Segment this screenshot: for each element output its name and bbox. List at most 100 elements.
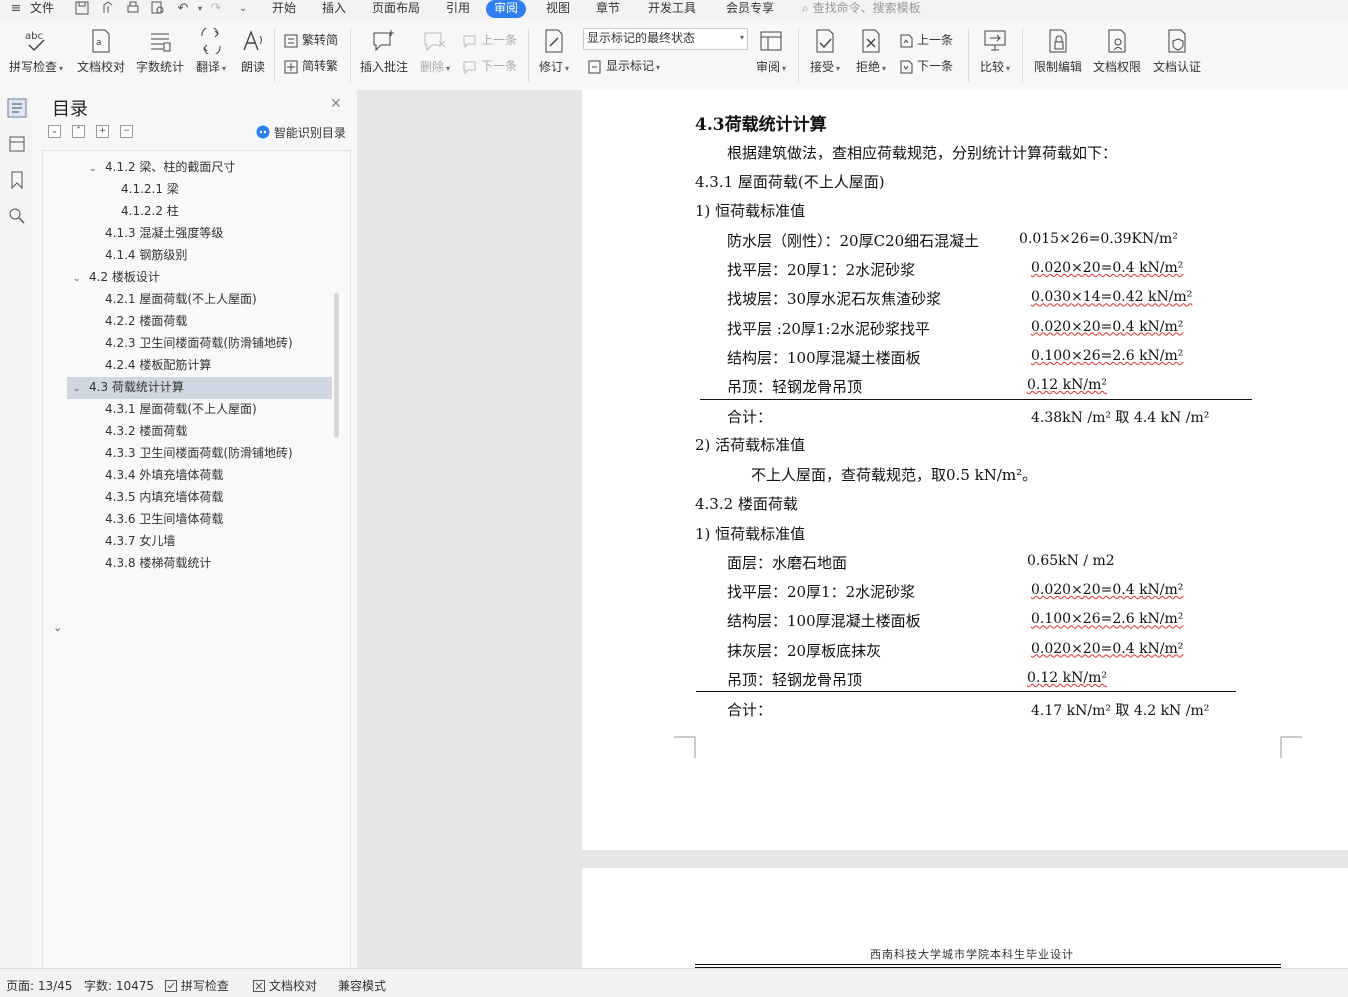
toc-item-label: 4.1.3 混凝土强度等级: [105, 226, 224, 240]
toc-item[interactable]: 4.2.3 卫生间楼面荷载(防滑铺地砖): [105, 333, 293, 353]
chevron-down-icon[interactable]: ⌄: [89, 159, 101, 179]
restrict-edit-icon: [1049, 29, 1067, 53]
toc-item[interactable]: 4.2.1 屋面荷载(不上人屋面): [105, 289, 257, 309]
toc-item[interactable]: ⌄ 4.2 楼板设计: [73, 267, 160, 287]
toc-item[interactable]: 4.3.7 女儿墙: [105, 531, 175, 551]
command-search[interactable]: ⌕ 查找命令、搜索模板: [802, 0, 921, 18]
command-search-placeholder: 查找命令、搜索模板: [812, 1, 921, 15]
find-icon[interactable]: [7, 206, 27, 226]
ribbon-review: abc 拼写检查 ▾ a 文档校对 字数统计 翻译 ▾ 朗读 繁转简 简转繁 插入批…: [0, 20, 1348, 91]
tab-page-layout[interactable]: 页面布局: [372, 0, 420, 18]
simp-to-trad-button[interactable]: 简转繁: [283, 56, 338, 76]
menu-file[interactable]: 文件: [30, 0, 54, 18]
toc-item[interactable]: 4.1.2.2 柱: [121, 201, 179, 221]
chevron-down-icon[interactable]: ⌄: [73, 379, 85, 399]
toc-item[interactable]: 4.3.3 卫生间楼面荷载(防滑铺地砖): [105, 443, 293, 463]
prev-comment-button[interactable]: 上一条: [462, 30, 517, 50]
trad-to-simp-button[interactable]: 繁转简: [283, 30, 338, 50]
chevron-down-icon[interactable]: ⌄: [53, 621, 62, 634]
chapter-nav-icon[interactable]: [7, 134, 27, 154]
accept-button[interactable]: 接受 ▾: [806, 28, 844, 75]
toc-item[interactable]: ⌄ 4.3 荷载统计计算: [73, 377, 184, 397]
customize-quick-access-icon[interactable]: ⌄: [235, 1, 251, 17]
next-comment-button[interactable]: 下一条: [462, 56, 517, 76]
compare-label: 比较: [979, 60, 1004, 74]
restrict-edit-button[interactable]: 限制编辑: [1030, 28, 1086, 75]
prev-change-button[interactable]: 上一条: [898, 30, 953, 50]
tab-insert[interactable]: 插入: [322, 0, 346, 18]
toc-item[interactable]: 4.2.2 楼面荷载: [105, 311, 187, 331]
toc-item[interactable]: 4.3.4 外填充墙体荷载: [105, 465, 223, 485]
tab-member[interactable]: 会员专享: [726, 0, 774, 18]
translate-button[interactable]: 翻译 ▾: [192, 28, 230, 75]
tab-chapter[interactable]: 章节: [596, 0, 620, 18]
reject-button[interactable]: 拒绝 ▾: [852, 28, 890, 75]
toc-item-label: 4.3.6 卫生间墙体荷载: [105, 512, 224, 526]
document-page[interactable]: 4.3荷载统计计算 根据建筑做法，查相应荷载规范，分别统计计算荷载如下： 4.3…: [582, 90, 1348, 850]
toc-item[interactable]: 4.3.8 楼梯荷载统计: [105, 553, 211, 573]
document-page-next[interactable]: 西南科技大学城市学院本科生毕业设计: [582, 868, 1348, 968]
toc-panel-icon[interactable]: [7, 98, 27, 118]
expand-up-icon[interactable]: ⌃: [72, 125, 85, 138]
live-load-text: 不上人屋面，查荷载规范，取0.5 kN/m²。: [751, 466, 1038, 484]
hamburger-icon[interactable]: ≡: [8, 1, 24, 17]
tab-developer[interactable]: 开发工具: [648, 0, 696, 18]
add-heading-icon[interactable]: +: [96, 125, 109, 138]
save-icon[interactable]: [74, 1, 90, 17]
status-spell-check[interactable]: 拼写检查: [165, 977, 229, 994]
delete-comment-button[interactable]: 删除 ▾: [416, 28, 454, 75]
toc-item[interactable]: 4.3.5 内填充墙体荷载: [105, 487, 223, 507]
toc-item-label: 4.3.5 内填充墙体荷载: [105, 490, 224, 504]
next-change-label: 下一条: [917, 59, 954, 73]
word-count-indicator[interactable]: 字数: 10475: [84, 977, 154, 994]
trad-to-simp-icon: [284, 34, 298, 47]
export-icon[interactable]: [100, 1, 116, 17]
load-item-name: 结构层：100厚混凝土楼面板: [727, 612, 921, 631]
undo-dropdown-icon[interactable]: ▾: [192, 1, 208, 17]
smart-detect-toc-button[interactable]: 智能识别目录: [256, 124, 346, 141]
toc-item[interactable]: 4.3.6 卫生间墙体荷载: [105, 509, 223, 529]
read-aloud-button[interactable]: 朗读: [236, 28, 270, 75]
toc-item[interactable]: 4.1.2.1 梁: [121, 179, 179, 199]
undo-icon[interactable]: ↶: [175, 1, 191, 17]
revise-button[interactable]: 修订 ▾: [536, 28, 572, 75]
remove-heading-icon[interactable]: −: [120, 125, 133, 138]
insert-comment-button[interactable]: 插入批注: [358, 28, 410, 75]
total-label: 合计：: [727, 701, 773, 719]
toc-item[interactable]: 4.1.4 钢筋级别: [105, 245, 187, 265]
doc-auth-button[interactable]: 文档认证: [1150, 28, 1204, 75]
print-icon[interactable]: [125, 1, 141, 17]
toc-item[interactable]: 4.3.2 楼面荷载: [105, 421, 187, 441]
show-markup-button[interactable]: 显示标记 ▾: [587, 56, 660, 76]
page-indicator[interactable]: 页面: 13/45: [6, 977, 72, 994]
word-count-button[interactable]: 字数统计: [134, 28, 186, 75]
doc-permission-button[interactable]: 文档权限: [1090, 28, 1144, 75]
toc-item[interactable]: ⌄ 4.1.2 梁、柱的截面尺寸: [89, 157, 235, 177]
toc-scrollbar[interactable]: [334, 293, 339, 438]
toc-item[interactable]: 4.2.4 楼板配筋计算: [105, 355, 211, 375]
review-pane-button[interactable]: 审阅 ▾: [752, 28, 790, 75]
status-doc-proof[interactable]: 文档校对: [253, 977, 317, 994]
redo-icon[interactable]: ↷: [208, 1, 224, 17]
tab-view[interactable]: 视图: [546, 0, 570, 18]
tab-review[interactable]: 审阅: [486, 0, 527, 18]
document-canvas[interactable]: 4.3荷载统计计算 根据建筑做法，查相应荷载规范，分别统计计算荷载如下： 4.3…: [357, 90, 1348, 968]
collapse-all-icon[interactable]: ⌄: [48, 125, 61, 138]
markup-mode-select[interactable]: 显示标记的最终状态 ▾: [583, 28, 748, 50]
compare-button[interactable]: 比较 ▾: [976, 28, 1014, 75]
close-icon[interactable]: ✕: [330, 96, 342, 112]
tab-start[interactable]: 开始: [272, 0, 296, 18]
doc-proof-button[interactable]: a 文档校对: [76, 28, 126, 75]
spell-check-icon: abc: [25, 31, 45, 52]
next-change-button[interactable]: 下一条: [898, 56, 953, 76]
ribbon-divider: [528, 28, 529, 82]
toc-item[interactable]: 4.1.3 混凝土强度等级: [105, 223, 223, 243]
tab-references[interactable]: 引用: [446, 0, 470, 18]
chevron-down-icon[interactable]: ⌄: [73, 269, 85, 289]
print-preview-icon[interactable]: [150, 1, 166, 17]
spell-check-button[interactable]: abc 拼写检查 ▾: [6, 28, 66, 75]
ai-bot-icon: [256, 125, 270, 139]
doc-auth-icon: [1168, 29, 1186, 53]
bookmark-icon[interactable]: [7, 170, 27, 190]
toc-item[interactable]: 4.3.1 屋面荷载(不上人屋面): [105, 399, 257, 419]
